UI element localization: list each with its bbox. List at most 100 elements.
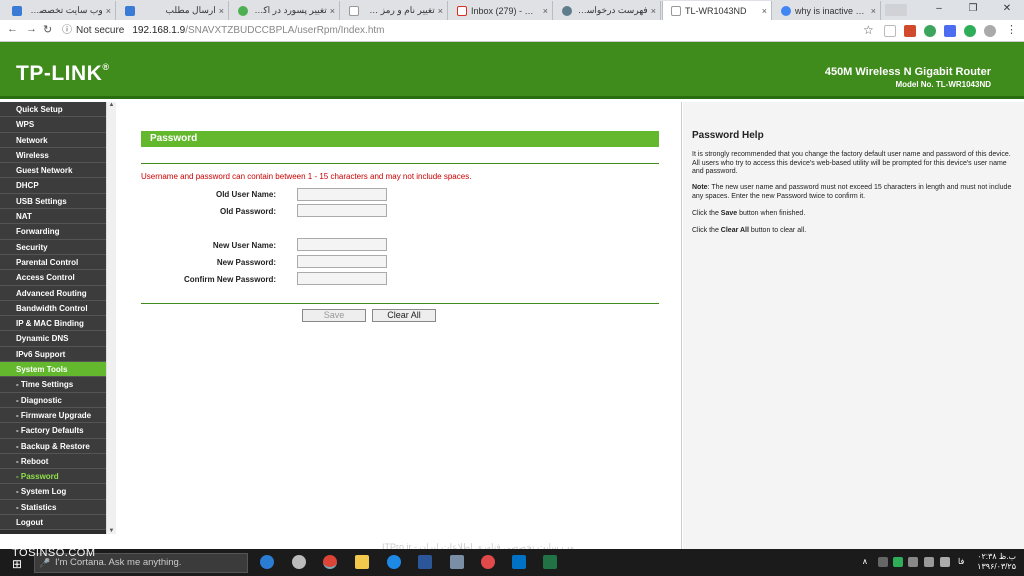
sidebar-item-firmware-upgrade[interactable]: - Firmware Upgrade	[0, 407, 106, 424]
extension-icon[interactable]	[984, 25, 996, 37]
browser-menu-icon[interactable]: ⋮	[1006, 23, 1017, 36]
extension-icon[interactable]	[924, 25, 936, 37]
browser-tab[interactable]: why is inactive pass ×	[773, 1, 881, 20]
windows-start-icon[interactable]: ⊞	[12, 558, 24, 570]
sidebar-item-bandwidth-control[interactable]: Bandwidth Control	[0, 300, 106, 317]
sidebar-item-wps[interactable]: WPS	[0, 117, 106, 133]
reload-button[interactable]: ↻	[43, 23, 52, 36]
extension-icon[interactable]	[884, 25, 896, 37]
extension-icon[interactable]	[964, 25, 976, 37]
old-password-label: Old Password:	[219, 207, 276, 216]
new-tab-button[interactable]	[885, 4, 907, 16]
close-tab-icon[interactable]: ×	[868, 6, 876, 16]
browser-tab[interactable]: وب سایت تخصصی فن ×	[4, 1, 116, 20]
sidebar-item-time-settings[interactable]: - Time Settings	[0, 377, 106, 393]
sidebar-item-backup-restore[interactable]: - Backup & Restore	[0, 438, 106, 454]
restore-button[interactable]: ❐	[956, 0, 990, 20]
close-tab-icon[interactable]: ×	[540, 6, 548, 16]
file-explorer-icon[interactable]	[355, 555, 369, 569]
close-tab-icon[interactable]: ×	[759, 6, 767, 16]
sidebar-item-dynamic-dns[interactable]: Dynamic DNS	[0, 331, 106, 347]
help-text: Click the	[692, 227, 721, 234]
edge-icon[interactable]	[260, 555, 274, 569]
tray-app-icon[interactable]	[893, 557, 903, 567]
old-username-field[interactable]	[297, 188, 387, 201]
sidebar-item-guest-network[interactable]: Guest Network	[0, 163, 106, 179]
sidebar-item-system-log[interactable]: - System Log	[0, 484, 106, 500]
url-host: 192.168.1.9	[132, 25, 186, 36]
close-window-button[interactable]: ✕	[990, 0, 1024, 20]
new-password-field[interactable]	[297, 255, 387, 268]
sidebar-item-password[interactable]: - Password	[0, 469, 106, 485]
sidebar-item-factory-defaults[interactable]: - Factory Defaults	[0, 423, 106, 439]
scroll-down-icon[interactable]: ▼	[107, 528, 116, 534]
browser-tab[interactable]: Inbox (279) - ma58 ×	[449, 1, 553, 20]
windows-taskbar: ⊞ 🎤 I'm Cortana. Ask me anything. ∧ فا ب…	[0, 549, 1024, 576]
sidebar-item-network[interactable]: Network	[0, 132, 106, 148]
browser-tab-active[interactable]: TL-WR1043ND ×	[662, 1, 772, 20]
help-text-bold: Clear All	[720, 227, 749, 234]
sidebar-scrollbar[interactable]: ▲ ▼	[106, 102, 116, 534]
help-paragraph: It is strongly recommended that you chan…	[692, 151, 1011, 175]
info-icon[interactable]: ⓘ	[62, 25, 72, 36]
network-icon[interactable]	[940, 557, 950, 567]
close-tab-icon[interactable]: ×	[648, 6, 656, 16]
old-password-field[interactable]	[297, 204, 387, 217]
tray-app-icon[interactable]	[878, 557, 888, 567]
close-tab-icon[interactable]: ×	[103, 6, 111, 16]
back-button[interactable]: ←	[7, 23, 18, 35]
extension-icon[interactable]	[904, 25, 916, 37]
sidebar-item-system-tools[interactable]: System Tools	[0, 362, 106, 378]
sidebar-item-nat[interactable]: NAT	[0, 209, 106, 225]
sidebar-item-parental-control[interactable]: Parental Control	[0, 254, 106, 271]
password-rule-note: Username and password can contain betwee…	[141, 172, 472, 181]
sidebar-item-security[interactable]: Security	[0, 239, 106, 255]
tray-app-icon[interactable]	[908, 557, 918, 567]
excel-icon[interactable]	[543, 555, 557, 569]
sidebar-item-diagnostic[interactable]: - Diagnostic	[0, 392, 106, 408]
help-panel: Password Help It is strongly recommended…	[683, 102, 1024, 549]
sidebar-item-quick-setup[interactable]: Quick Setup	[0, 102, 106, 118]
confirm-password-field[interactable]	[297, 272, 387, 285]
sidebar-item-advanced-routing[interactable]: Advanced Routing	[0, 285, 106, 301]
close-tab-icon[interactable]: ×	[435, 6, 443, 16]
scroll-up-icon[interactable]: ▲	[107, 102, 116, 108]
url-field[interactable]: ⓘ Not secure 192.168.1.9/SNAVXTZBUDCCBPLA/…	[62, 22, 878, 40]
close-tab-icon[interactable]: ×	[327, 6, 335, 16]
clear-all-button[interactable]: Clear All	[372, 309, 436, 322]
sidebar-item-dhcp[interactable]: DHCP	[0, 178, 106, 194]
tray-chevron-icon[interactable]: ∧	[862, 557, 868, 566]
settings-gear-icon[interactable]	[292, 555, 306, 569]
paint-icon[interactable]	[481, 555, 495, 569]
sidebar-item-reboot[interactable]: - Reboot	[0, 453, 106, 470]
confirm-password-label: Confirm New Password:	[183, 275, 276, 284]
sidebar-item-access-control[interactable]: Access Control	[0, 270, 106, 286]
sidebar-item-ipv6-support[interactable]: IPv6 Support	[0, 346, 106, 363]
language-indicator[interactable]: فا	[958, 557, 964, 566]
sidebar-item-ip-mac-binding[interactable]: IP & MAC Binding	[0, 316, 106, 332]
outlook-icon[interactable]	[512, 555, 526, 569]
close-tab-icon[interactable]: ×	[216, 6, 224, 16]
extension-icon[interactable]	[944, 25, 956, 37]
browser-tab[interactable]: ارسال مطلب ×	[117, 1, 229, 20]
router-model-number: Model No. TL-WR1043ND	[895, 80, 991, 89]
word-icon[interactable]	[418, 555, 432, 569]
sidebar-item-wireless[interactable]: Wireless	[0, 147, 106, 164]
sidebar-item-statistics[interactable]: - Statistics	[0, 499, 106, 516]
browser-tab[interactable]: تغییر نام و رمز شبکه ×	[341, 1, 448, 20]
browser-tab[interactable]: تغییر پسورد در اکسس ×	[230, 1, 340, 20]
volume-icon[interactable]	[924, 557, 934, 567]
network-tool-icon[interactable]	[450, 555, 464, 569]
chrome-icon[interactable]	[323, 555, 337, 569]
sidebar-item-usb-settings[interactable]: USB Settings	[0, 193, 106, 210]
forward-button[interactable]: →	[26, 23, 37, 35]
sidebar-item-forwarding[interactable]: Forwarding	[0, 224, 106, 240]
save-button[interactable]: Save	[302, 309, 366, 322]
sidebar-item-logout[interactable]: Logout	[0, 515, 106, 531]
internet-explorer-icon[interactable]	[387, 555, 401, 569]
minimize-button[interactable]: –	[922, 0, 956, 20]
bookmark-star-icon[interactable]: ☆	[863, 23, 874, 37]
new-username-field[interactable]	[297, 238, 387, 251]
taskbar-clock[interactable]: ب.ظ ۰۲:۳۸ ۱۳۹۶/۰۳/۲۵	[977, 552, 1016, 572]
browser-tab[interactable]: فهرست درخواست‌ها ×	[554, 1, 661, 20]
